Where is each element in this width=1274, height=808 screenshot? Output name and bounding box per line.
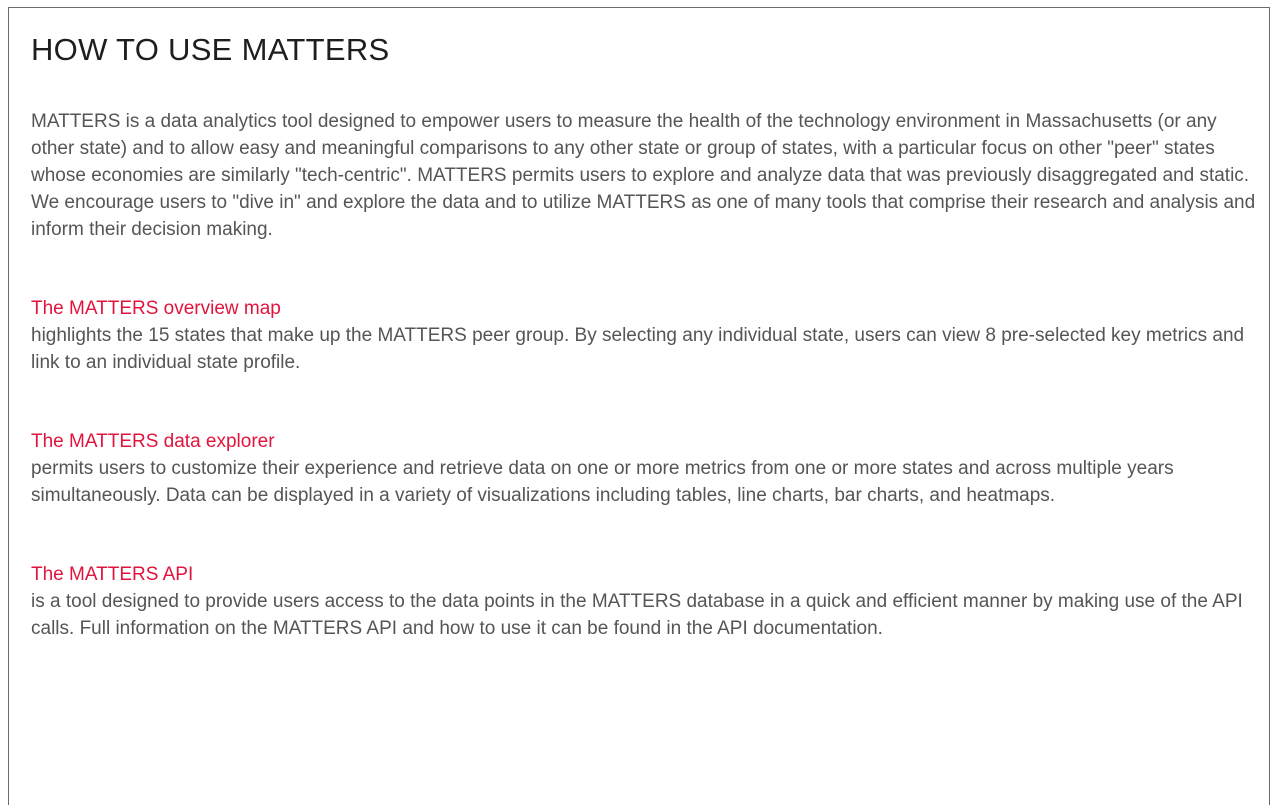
- intro-paragraph: MATTERS is a data analytics tool designe…: [31, 111, 1256, 240]
- page-title: HOW TO USE MATTERS: [31, 32, 390, 67]
- data-explorer-description: permits users to customize their experie…: [31, 458, 1174, 506]
- section-api: The MATTERS API is a tool designed to pr…: [31, 562, 1261, 642]
- main-content: HOW TO USE MATTERS MATTERS is a data ana…: [31, 28, 1261, 642]
- api-link[interactable]: The MATTERS API: [31, 562, 1261, 588]
- overview-map-description: highlights the 15 states that make up th…: [31, 325, 1245, 373]
- section-overview-map: The MATTERS overview map highlights the …: [31, 296, 1261, 376]
- section-data-explorer: The MATTERS data explorer permits users …: [31, 429, 1261, 509]
- overview-map-link[interactable]: The MATTERS overview map: [31, 296, 1261, 322]
- api-description: is a tool designed to provide users acce…: [31, 591, 1243, 639]
- data-explorer-link[interactable]: The MATTERS data explorer: [31, 429, 1261, 455]
